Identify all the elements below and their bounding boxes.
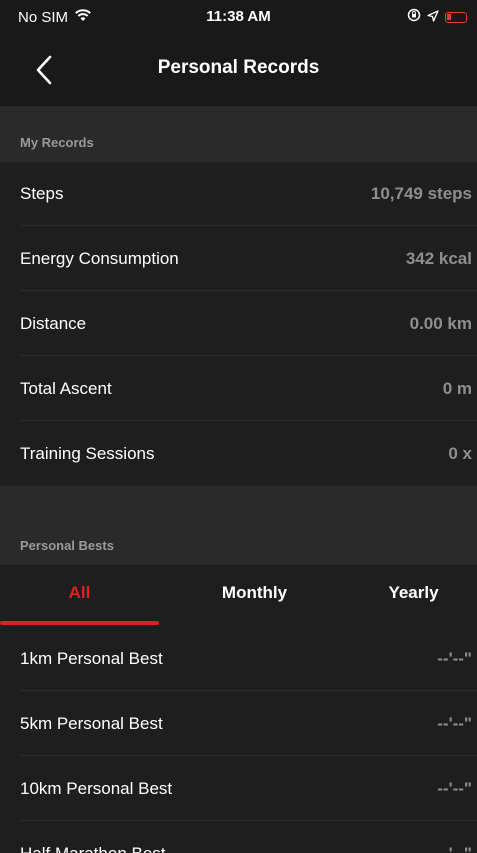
record-label: Steps — [20, 184, 64, 203]
best-row-5km[interactable]: 5km Personal Best --'--" — [0, 692, 477, 756]
record-label: Distance — [20, 314, 87, 333]
tab-monthly[interactable]: Monthly — [175, 565, 334, 627]
divider — [20, 225, 477, 226]
status-time: 11:38 AM — [206, 8, 271, 25]
best-value: --'--" — [437, 844, 472, 853]
record-row-steps[interactable]: Steps 10,749 steps — [0, 162, 477, 226]
divider — [20, 755, 477, 756]
record-value: 342 kcal — [405, 249, 472, 268]
record-row-training-sessions[interactable]: Training Sessions 0 x — [0, 422, 477, 486]
orientation-lock-icon — [407, 8, 421, 26]
personal-bests-header: Personal Bests — [0, 486, 477, 565]
page-title: Personal Records — [157, 57, 320, 78]
my-records-header: My Records — [0, 106, 477, 162]
section-title: Personal Bests — [20, 538, 114, 553]
divider — [20, 690, 477, 691]
best-value: --'--" — [437, 649, 472, 668]
record-value: 10,749 steps — [370, 184, 472, 203]
record-value: 0.00 km — [409, 314, 472, 333]
record-value: 0 x — [448, 444, 472, 463]
record-value: 0 m — [442, 379, 472, 398]
best-value: --'--" — [437, 779, 472, 798]
section-title: My Records — [20, 135, 94, 150]
period-tabs: All Monthly Yearly — [0, 565, 477, 627]
record-label: Energy Consumption — [20, 249, 179, 268]
best-row-10km[interactable]: 10km Personal Best --'--" — [0, 757, 477, 821]
divider — [20, 355, 477, 356]
best-label: 1km Personal Best — [20, 649, 163, 668]
best-label: 10km Personal Best — [20, 779, 173, 798]
battery-icon — [445, 11, 467, 23]
status-right — [407, 8, 467, 26]
divider — [20, 420, 477, 421]
active-tab-indicator — [0, 621, 159, 625]
best-row-1km[interactable]: 1km Personal Best --'--" — [0, 627, 477, 691]
record-row-distance[interactable]: Distance 0.00 km — [0, 292, 477, 356]
location-icon — [427, 9, 439, 26]
best-label: 5km Personal Best — [20, 714, 163, 733]
navigation-bar: Personal Records — [0, 34, 477, 106]
record-label: Training Sessions — [20, 444, 155, 463]
tab-yearly[interactable]: Yearly — [334, 565, 477, 627]
tab-all[interactable]: All — [0, 565, 159, 627]
best-row-half-marathon[interactable]: Half Marathon Best --'--" — [0, 822, 477, 853]
record-row-energy[interactable]: Energy Consumption 342 kcal — [0, 227, 477, 291]
best-label: Half Marathon Best — [20, 844, 166, 853]
status-bar: No SIM 11:38 AM — [0, 0, 477, 34]
divider — [20, 290, 477, 291]
record-label: Total Ascent — [20, 379, 112, 398]
record-row-ascent[interactable]: Total Ascent 0 m — [0, 357, 477, 421]
divider — [20, 820, 477, 821]
best-value: --'--" — [437, 714, 472, 733]
